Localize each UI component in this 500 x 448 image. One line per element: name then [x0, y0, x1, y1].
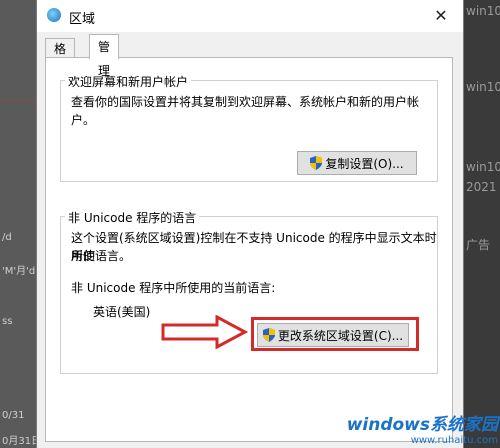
- current-language-value: 英语(美国): [93, 305, 151, 319]
- bg-text: 0月31日: [2, 436, 36, 447]
- bg-text: win10: [466, 4, 500, 18]
- region-dialog: 区域 ✕ 格式 管理 欢迎屏幕和新用户帐户 查看你的国际设置并将其复制到欢迎屏幕…: [36, 0, 464, 448]
- globe-icon: [47, 8, 61, 22]
- uac-shield-icon: [262, 328, 275, 342]
- copy-settings-button[interactable]: 复制设置(O)...: [297, 151, 417, 175]
- bg-text: win10: [466, 80, 500, 94]
- bg-text: /d: [2, 232, 12, 243]
- divider: [0, 100, 36, 101]
- tab-panel: 欢迎屏幕和新用户帐户 查看你的国际设置并将其复制到欢迎屏幕、系统帐户和新的用户帐…: [45, 57, 453, 442]
- close-icon: ✕: [434, 5, 448, 25]
- tab-administrative[interactable]: 管理: [89, 34, 120, 78]
- uac-shield-icon: [310, 156, 323, 170]
- title-bar: 区域 ✕: [37, 0, 463, 32]
- tab-format[interactable]: 格式: [45, 38, 76, 76]
- bg-text: win10: [466, 160, 500, 174]
- welcome-group-title: 欢迎屏幕和新用户帐户: [65, 73, 192, 90]
- watermark-url: www.ruhaitu.com: [410, 435, 498, 446]
- window-title: 区域: [69, 12, 96, 27]
- nonunicode-group-title: 非 Unicode 程序的语言: [65, 209, 200, 226]
- copy-settings-label: 复制设置(O)...: [325, 156, 404, 171]
- red-arrow-icon: [161, 315, 249, 349]
- bg-text: 广告: [466, 238, 491, 252]
- close-button[interactable]: ✕: [419, 0, 463, 30]
- welcome-description: 查看你的国际设置并将其复制到欢迎屏幕、系统帐户和新的用户帐户。: [71, 95, 420, 127]
- change-system-locale-label: 更改系统区域设置(C)...: [277, 328, 404, 343]
- bg-text: 2021: [466, 180, 497, 194]
- nonunicode-description-line2: 用的语言。: [71, 249, 132, 263]
- bg-text: ss: [2, 316, 13, 327]
- bg-text: 'M'月'd': [2, 266, 36, 277]
- welcome-group: 欢迎屏幕和新用户帐户 查看你的国际设置并将其复制到欢迎屏幕、系统帐户和新的用户帐…: [60, 73, 438, 182]
- background-left: /d 'M'月'd' ss 0/31 0月31日: [0, 0, 36, 448]
- nonunicode-group: 非 Unicode 程序的语言 这个设置(系统区域设置)控制在不支持 Unico…: [60, 209, 438, 374]
- watermark-title: windows系统家园: [346, 415, 498, 435]
- current-language-label: 非 Unicode 程序中所使用的当前语言:: [71, 281, 276, 295]
- change-system-locale-button[interactable]: 更改系统区域设置(C)...: [257, 323, 409, 347]
- watermark: windows系统家园 www.ruhaitu.com: [347, 410, 498, 446]
- bg-text: 0/31: [2, 410, 25, 421]
- background-right: win10 win10 win10 2021 广告: [462, 0, 500, 448]
